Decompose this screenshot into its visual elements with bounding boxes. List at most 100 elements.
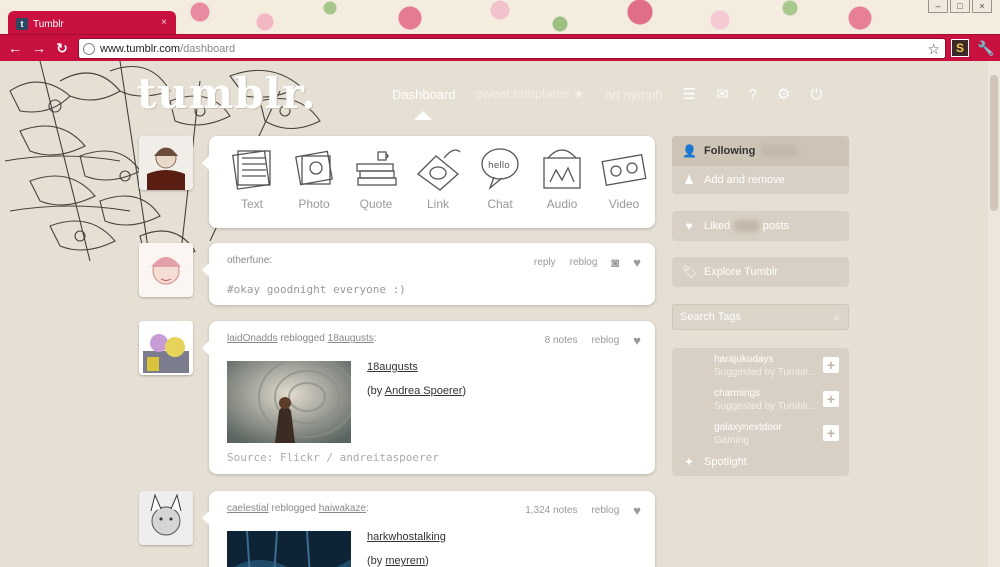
- post-card: caelestial reblogged haiwakaze: 1,324 no…: [202, 491, 655, 567]
- credit-link[interactable]: meyrem: [385, 555, 425, 567]
- post-controls: 8 notes reblog ♥: [545, 333, 641, 348]
- post-body: #okay goodnight everyone :): [227, 283, 406, 296]
- notes-count[interactable]: 8 notes: [545, 335, 578, 346]
- sidebar-item-add-remove[interactable]: ♟ Add and remove: [682, 173, 785, 187]
- post-author[interactable]: caelestial: [227, 503, 269, 514]
- wrench-menu-icon[interactable]: 🔧: [977, 40, 994, 57]
- heart-icon[interactable]: ♥: [633, 255, 641, 270]
- credit-link[interactable]: Andrea Spoerer: [385, 385, 463, 397]
- sidebar-item-liked[interactable]: ♥ Liked 0000 posts: [672, 211, 849, 241]
- notes-count[interactable]: 1,324 notes: [525, 505, 577, 516]
- post-card: otherfune: reply reblog ◙ ♥ #okay goodni…: [202, 243, 655, 305]
- post-photo[interactable]: [227, 531, 351, 567]
- globe-icon: [83, 42, 95, 55]
- search-tags: ⌕: [672, 304, 849, 330]
- post-avatar[interactable]: [139, 243, 193, 297]
- tag-suggestion[interactable]: galaxynextdoor Gaming: [714, 421, 782, 447]
- nav-blog-art-nymph[interactable]: art nymph: [605, 87, 663, 102]
- back-button[interactable]: ←: [6, 40, 24, 56]
- tab-title: Tumblr: [33, 18, 64, 30]
- liked-count: 0000: [734, 220, 759, 232]
- chat-post-icon: hello: [481, 148, 519, 191]
- post-composer: Text Photo Quote Link hello Chat Audio V…: [202, 136, 655, 228]
- post-header: otherfune:: [227, 255, 273, 266]
- sidebar-item-explore[interactable]: 🏷 Explore Tumblr: [672, 257, 849, 287]
- sidebar-tag-suggestions: harajukudays Suggested by Tumblr... + ch…: [672, 348, 849, 476]
- add-tag-button[interactable]: +: [823, 391, 839, 407]
- post-type-video[interactable]: Video: [593, 144, 655, 211]
- nav-active-caret: [414, 111, 432, 120]
- post-author[interactable]: laidOnadds: [227, 333, 278, 344]
- mail-icon[interactable]: ✉: [716, 85, 729, 103]
- reblog-button[interactable]: reblog: [591, 335, 619, 346]
- following-count: 000000: [761, 145, 799, 157]
- nav-blog-sweet-templates[interactable]: sweet templates ★: [476, 86, 585, 102]
- url-path: /dashboard: [180, 42, 236, 55]
- my-avatar[interactable]: [139, 136, 193, 190]
- window-controls: – □ ×: [928, 0, 992, 13]
- sidebar-item-spotlight[interactable]: ✦ Spotlight: [682, 455, 747, 469]
- audio-post-icon: [543, 149, 581, 189]
- post-link[interactable]: harkwhostalking: [367, 531, 446, 543]
- add-tag-button[interactable]: +: [823, 425, 839, 441]
- reblog-button[interactable]: reblog: [591, 505, 619, 516]
- post-controls: 1,324 notes reblog ♥: [525, 503, 641, 518]
- tab-close-icon[interactable]: ×: [161, 17, 167, 28]
- tag-suggestion[interactable]: harajukudays Suggested by Tumblr...: [714, 353, 816, 379]
- post-source[interactable]: Source: Flickr / andreitaspoerer: [227, 451, 439, 464]
- heart-icon[interactable]: ♥: [633, 333, 641, 348]
- tumblr-favicon-icon: t: [16, 18, 28, 30]
- post-avatar[interactable]: [139, 321, 193, 375]
- post-author[interactable]: otherfune: [227, 255, 269, 266]
- post-type-quote[interactable]: Quote: [345, 144, 407, 211]
- post-source-blog[interactable]: haiwakaze: [319, 503, 366, 514]
- extension-icon[interactable]: S: [951, 39, 969, 57]
- post-card: laidOnadds reblogged 18augusts: 8 notes …: [202, 321, 655, 474]
- camera-icon[interactable]: ◙: [611, 255, 619, 270]
- heart-icon[interactable]: ♥: [633, 503, 641, 518]
- scrollbar-thumb[interactable]: [990, 75, 998, 211]
- post-type-link[interactable]: Link: [407, 144, 469, 211]
- add-tag-button[interactable]: +: [823, 357, 839, 373]
- maximize-button[interactable]: □: [950, 0, 970, 13]
- post-type-bar: Text Photo Quote Link hello Chat Audio V…: [221, 144, 655, 211]
- sidebar-item-following[interactable]: 👤 Following 000000: [682, 144, 799, 158]
- nav-dashboard[interactable]: Dashboard: [392, 87, 456, 102]
- add-user-icon: ♟: [683, 173, 695, 187]
- forward-button[interactable]: →: [30, 40, 48, 56]
- post-type-photo[interactable]: Photo: [283, 144, 345, 211]
- post-photo[interactable]: [227, 361, 351, 443]
- text-post-icon: [232, 150, 271, 190]
- tag-suggestion[interactable]: charmings Suggested by Tumblr...: [714, 387, 816, 413]
- search-icon[interactable]: ⌕: [833, 310, 840, 325]
- svg-text:hello: hello: [488, 161, 510, 171]
- post-type-text[interactable]: Text: [221, 144, 283, 211]
- photo-post-icon: [295, 150, 333, 186]
- power-icon[interactable]: ⏻: [810, 86, 822, 103]
- tumblr-logo[interactable]: tumblr.: [137, 69, 317, 118]
- post-header: caelestial reblogged haiwakaze:: [227, 503, 369, 514]
- post-type-chat[interactable]: hello Chat: [469, 144, 531, 211]
- gear-icon[interactable]: ⚙: [777, 85, 790, 103]
- search-tags-input[interactable]: [673, 305, 813, 329]
- post-header: laidOnadds reblogged 18augusts:: [227, 333, 377, 344]
- post-type-audio[interactable]: Audio: [531, 144, 593, 211]
- reload-button[interactable]: ↻: [53, 40, 71, 56]
- vertical-scrollbar[interactable]: [988, 61, 1000, 567]
- reblog-button[interactable]: reblog: [570, 257, 598, 268]
- address-bar[interactable]: www.tumblr.com/dashboard ☆: [78, 38, 946, 59]
- minimize-button[interactable]: –: [928, 0, 948, 13]
- post-avatar[interactable]: [139, 491, 193, 545]
- tag-icon: 🏷: [682, 265, 698, 279]
- bookmark-star-icon[interactable]: ☆: [927, 41, 940, 58]
- post-link[interactable]: 18augusts: [367, 361, 418, 373]
- reply-button[interactable]: reply: [534, 257, 556, 268]
- post-source-blog[interactable]: 18augusts: [328, 333, 374, 344]
- list-icon[interactable]: ☰: [683, 85, 696, 103]
- top-navigation: Dashboard sweet templates ★ art nymph ☰ …: [392, 85, 842, 104]
- post-credit: (by Andrea Spoerer): [367, 385, 467, 397]
- help-icon[interactable]: ?: [749, 86, 757, 103]
- post-controls: reply reblog ◙ ♥: [534, 255, 641, 270]
- user-icon: 👤: [682, 144, 697, 158]
- close-window-button[interactable]: ×: [972, 0, 992, 13]
